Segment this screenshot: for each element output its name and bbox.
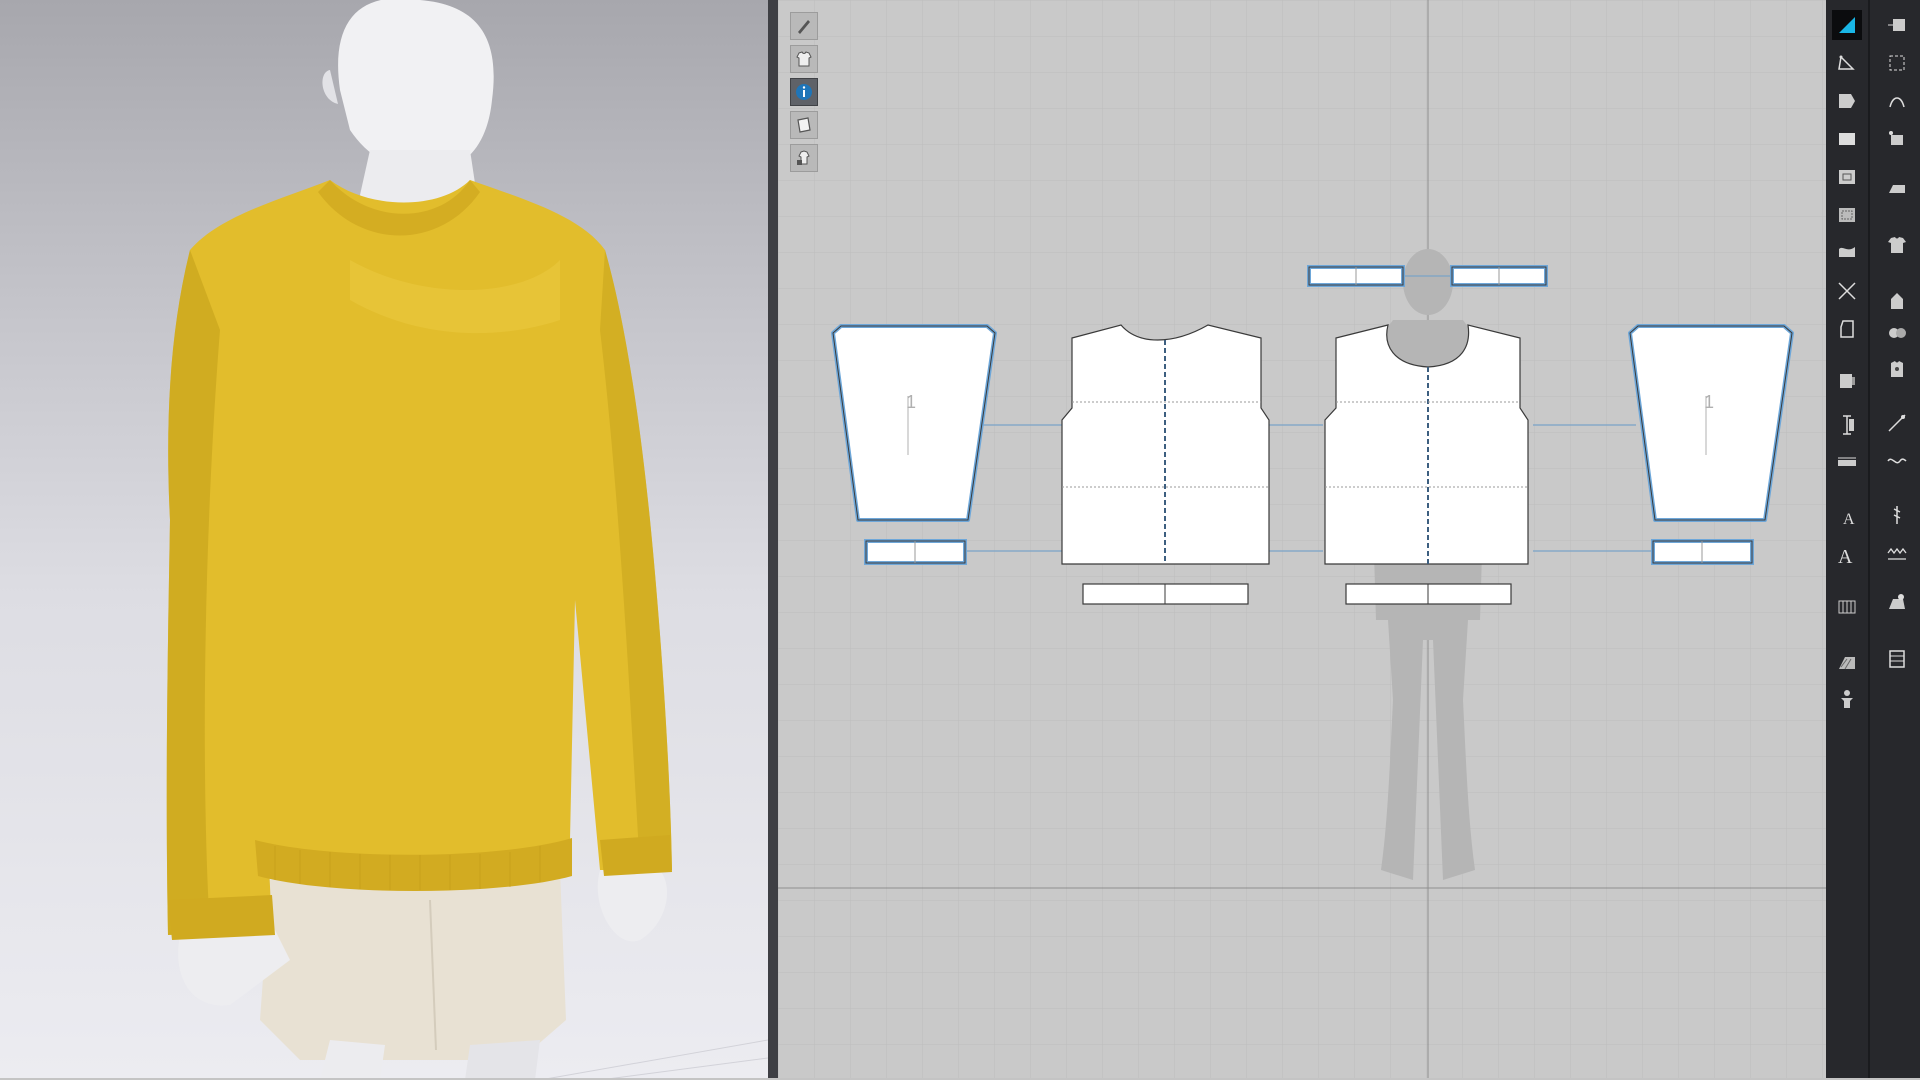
pattern-window-2d[interactable]: 1 1 [778,0,1826,1080]
svg-text:A: A [1838,546,1853,567]
pattern-right-cuff[interactable] [1651,539,1754,565]
sew-icon[interactable] [1882,124,1912,154]
rectangle-icon[interactable] [1832,124,1862,154]
pattern-collar-right[interactable] [1450,265,1548,287]
text-icon[interactable]: A [1832,502,1862,532]
fold-arrange-icon[interactable] [1882,286,1912,316]
stitch-icon[interactable] [1882,540,1912,570]
piece-label: 1 [1704,392,1714,412]
pattern-front-hem-band[interactable] [1082,583,1249,605]
fabric-texture-icon[interactable] [1832,648,1862,678]
pattern-left-sleeve[interactable]: 1 [831,324,997,522]
avatar-tool-icon[interactable] [1832,684,1862,714]
transform-arrange-icon[interactable] [1882,10,1912,40]
notch-icon[interactable] [1832,314,1862,344]
iron-icon[interactable] [1882,174,1912,204]
topstitch-icon[interactable] [1882,500,1912,530]
sheet-icon[interactable] [790,111,818,139]
tool-sidebar: A A [1826,0,1920,1080]
avatar-render [166,0,768,1080]
trim-icon[interactable] [1882,644,1912,674]
pattern-canvas[interactable]: 1 1 [778,0,1826,1080]
pattern-right-sleeve[interactable]: 1 [1628,324,1794,522]
garment-icon[interactable] [790,45,818,73]
pleat-icon[interactable] [1832,366,1862,396]
elastic-icon[interactable] [1882,588,1912,618]
pattern-back-hem-band[interactable] [1345,583,1512,605]
ruler-icon[interactable] [1832,448,1862,478]
viewport-3d[interactable] [0,0,768,1080]
add-point-icon[interactable] [1882,48,1912,78]
transform-pattern-icon[interactable] [1832,48,1862,78]
info-icon[interactable] [790,78,818,106]
edit-pattern-icon[interactable] [1832,86,1862,116]
shirt-icon[interactable] [1882,230,1912,260]
zipper-icon[interactable] [1882,446,1912,476]
pen-icon[interactable] [790,12,818,40]
pattern-front-body[interactable] [1061,324,1270,565]
grid-icon[interactable] [1832,592,1862,622]
dart-icon[interactable] [1832,200,1862,230]
svg-text:A: A [1843,511,1855,528]
pattern-left-cuff[interactable] [864,539,967,565]
button-icon[interactable] [1882,354,1912,384]
puckering-icon[interactable] [1882,318,1912,348]
seam-length-icon[interactable] [1832,410,1862,440]
shorts [260,870,566,1060]
segment-icon[interactable] [1832,276,1862,306]
toolbar-column-divider [1868,0,1870,1080]
pattern-collar-left[interactable] [1307,265,1405,287]
curve-point-icon[interactable] [1882,86,1912,116]
panel-divider[interactable] [768,0,778,1080]
select-icon[interactable] [1832,10,1862,40]
piece-label: 1 [906,392,916,412]
lock-garment-icon[interactable] [790,144,818,172]
fold-icon[interactable] [1832,238,1862,268]
internal-polygon-icon[interactable] [1832,162,1862,192]
pin-icon[interactable] [1882,408,1912,438]
annotation-icon[interactable]: A [1832,540,1862,570]
